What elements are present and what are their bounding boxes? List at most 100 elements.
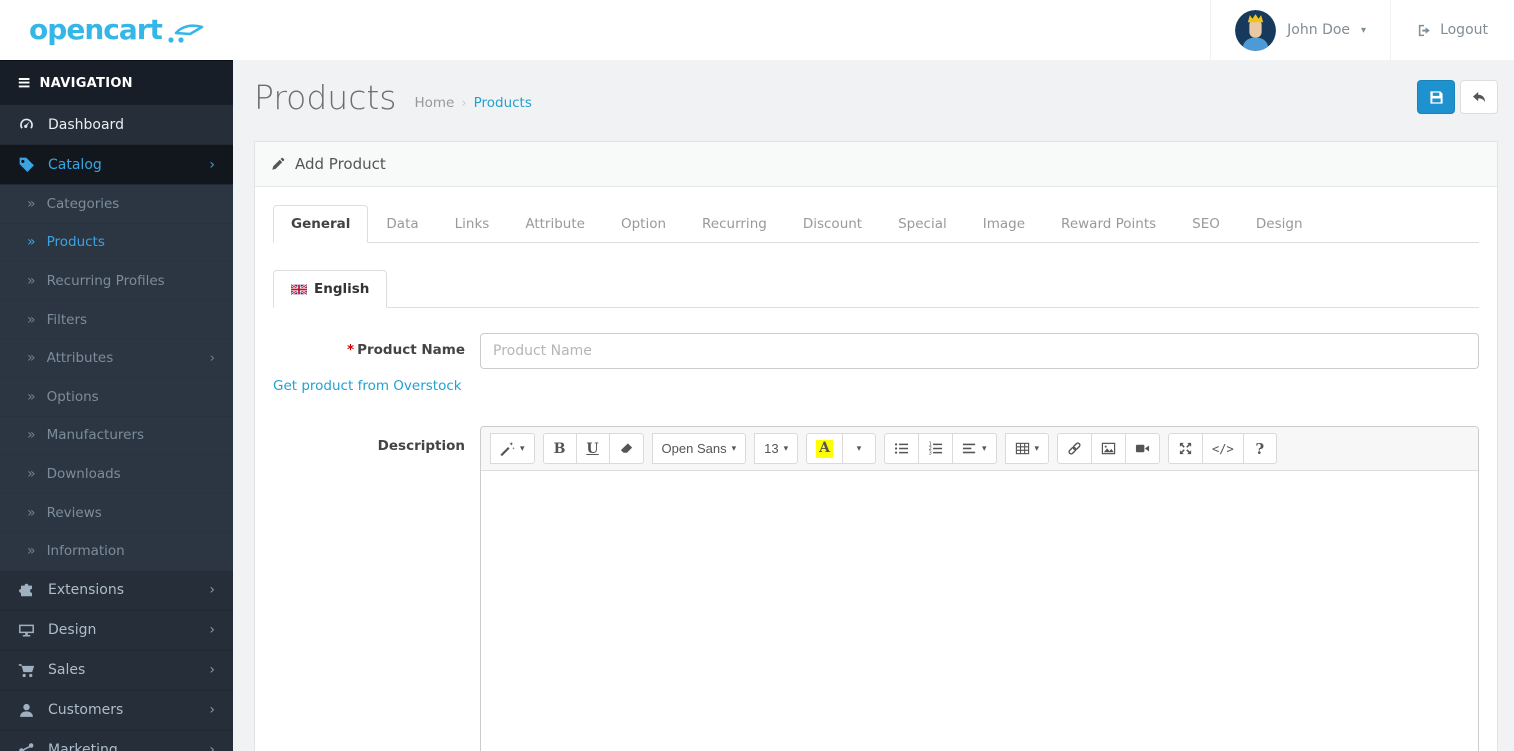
- tab-option[interactable]: Option: [603, 205, 684, 243]
- sidebar-item-attributes[interactable]: » Attributes ›: [0, 339, 233, 378]
- table-dropdown[interactable]: ▾: [1004, 433, 1050, 465]
- help-icon: ?: [1255, 439, 1265, 458]
- ordered-list-icon: 1 2 3: [928, 441, 943, 456]
- breadcrumb-products-link[interactable]: Products: [474, 95, 532, 111]
- sidebar-item-categories[interactable]: » Categories: [0, 185, 233, 224]
- overstock-link[interactable]: Get product from Overstock: [273, 378, 462, 394]
- double-angle-icon: »: [27, 234, 36, 251]
- insert-image-button[interactable]: [1091, 433, 1127, 465]
- tab-discount[interactable]: Discount: [785, 205, 880, 243]
- product-name-input[interactable]: [480, 333, 1479, 370]
- sidebar-nav-header: ≡ NAVIGATION: [0, 60, 233, 105]
- code-view-button[interactable]: </>: [1202, 433, 1244, 465]
- sidebar-item-catalog[interactable]: Catalog ›: [0, 145, 233, 185]
- tab-special[interactable]: Special: [880, 205, 965, 243]
- picture-icon: [1101, 441, 1116, 456]
- sidebar-item-label: Attributes: [46, 350, 114, 367]
- tab-general[interactable]: General: [273, 205, 369, 244]
- text-color-button[interactable]: A: [806, 433, 843, 465]
- clear-format-button[interactable]: [608, 433, 644, 465]
- logout-button[interactable]: Logout: [1390, 0, 1514, 60]
- rich-text-editor: ▾ B U Open Sans ▾ 13 ▾ A ▾ 1 2 3 ▾ ▾ </>…: [480, 426, 1479, 751]
- sidebar-item-label: Manufacturers: [46, 427, 145, 444]
- sidebar-item-manufacturers[interactable]: » Manufacturers: [0, 417, 233, 456]
- back-button[interactable]: [1460, 80, 1498, 114]
- double-angle-icon: »: [27, 504, 36, 521]
- tab-attribute[interactable]: Attribute: [507, 205, 603, 243]
- sidebar-item-design[interactable]: Design ›: [0, 611, 233, 651]
- insert-link-button[interactable]: [1057, 433, 1093, 465]
- tab-data[interactable]: Data: [368, 205, 436, 243]
- tab-links[interactable]: Links: [437, 205, 508, 243]
- logo[interactable]: opencart: [0, 0, 233, 60]
- sidebar-item-label: Dashboard: [48, 116, 124, 133]
- chevron-right-icon: ›: [209, 702, 215, 719]
- eraser-icon: [619, 441, 634, 456]
- sidebar-item-label: Customers: [48, 702, 124, 719]
- breadcrumb-home[interactable]: Home: [415, 95, 455, 111]
- sidebar-item-sales[interactable]: Sales ›: [0, 651, 233, 691]
- sidebar-item-label: Categories: [46, 195, 120, 212]
- bold-icon: B: [553, 440, 566, 457]
- breadcrumb: Home › Products: [415, 95, 532, 111]
- sidebar-item-dashboard[interactable]: Dashboard: [0, 105, 233, 145]
- sidebar-item-label: Sales: [48, 662, 86, 679]
- sidebar-item-label: Information: [46, 543, 125, 560]
- chevron-right-icon: ›: [209, 156, 215, 173]
- description-row: Description ▾ B U Open Sans ▾ 13 ▾ A ▾ 1…: [273, 426, 1479, 751]
- help-button[interactable]: ?: [1242, 433, 1277, 465]
- sidebar-item-recurring-profiles[interactable]: » Recurring Profiles: [0, 262, 233, 301]
- sidebar-item-options[interactable]: » Options: [0, 378, 233, 417]
- user-menu[interactable]: John Doe ▾: [1210, 0, 1390, 60]
- video-icon: [1135, 441, 1150, 456]
- table-icon: [1015, 441, 1030, 456]
- underline-button[interactable]: U: [575, 433, 610, 465]
- save-button[interactable]: [1417, 80, 1455, 114]
- double-angle-icon: »: [27, 350, 36, 367]
- main-content: Products Home › Products Add Product Gen…: [233, 60, 1514, 751]
- tab-recurring[interactable]: Recurring: [684, 205, 785, 243]
- double-angle-icon: »: [27, 388, 36, 405]
- font-size-dropdown[interactable]: 13 ▾: [754, 433, 799, 465]
- sidebar-item-reviews[interactable]: » Reviews: [0, 494, 233, 533]
- sidebar-item-filters[interactable]: » Filters: [0, 301, 233, 340]
- tab-reward-points[interactable]: Reward Points: [1043, 205, 1174, 243]
- required-mark: *: [347, 342, 355, 359]
- user-name: John Doe: [1287, 22, 1351, 38]
- sidebar-item-label: Downloads: [46, 465, 121, 482]
- paragraph-align-dropdown[interactable]: ▾: [951, 433, 997, 465]
- sidebar-item-marketing[interactable]: Marketing ›: [0, 731, 233, 751]
- tab-image[interactable]: Image: [965, 205, 1043, 243]
- tab-design[interactable]: Design: [1238, 205, 1321, 243]
- dashboard-icon: [18, 116, 35, 133]
- sidebar-item-label: Recurring Profiles: [46, 272, 165, 289]
- insert-video-button[interactable]: [1125, 433, 1161, 465]
- sign-out-icon: [1417, 23, 1432, 38]
- monitor-icon: [18, 622, 35, 639]
- sidebar-item-downloads[interactable]: » Downloads: [0, 455, 233, 494]
- double-angle-icon: »: [27, 272, 36, 289]
- tab-seo[interactable]: SEO: [1174, 205, 1238, 243]
- description-label: Description: [377, 438, 465, 455]
- description-editor-area[interactable]: [481, 471, 1478, 751]
- font-family-dropdown[interactable]: Open Sans ▾: [651, 433, 747, 465]
- save-icon: [1429, 90, 1444, 105]
- product-tabs: General Data Links Attribute Option Recu…: [273, 205, 1479, 244]
- unordered-list-button[interactable]: [883, 433, 919, 465]
- sidebar-item-products[interactable]: » Products: [0, 224, 233, 263]
- sidebar-item-extensions[interactable]: Extensions ›: [0, 571, 233, 611]
- caret-down-icon: ▾: [981, 443, 987, 454]
- ordered-list-button[interactable]: 1 2 3: [917, 433, 953, 465]
- text-color-dropdown[interactable]: ▾: [841, 433, 876, 465]
- puzzle-icon: [18, 582, 35, 599]
- underline-icon: U: [586, 440, 599, 457]
- sidebar-item-information[interactable]: » Information: [0, 532, 233, 571]
- magic-style-button[interactable]: ▾: [490, 433, 535, 465]
- caret-down-icon: ▾: [856, 443, 862, 454]
- hamburger-icon: ≡: [17, 72, 32, 93]
- bold-button[interactable]: B: [542, 433, 577, 465]
- caret-down-icon: ▾: [1361, 24, 1367, 36]
- fullscreen-button[interactable]: [1168, 433, 1204, 465]
- tab-english[interactable]: English: [273, 270, 388, 309]
- sidebar-item-customers[interactable]: Customers ›: [0, 691, 233, 731]
